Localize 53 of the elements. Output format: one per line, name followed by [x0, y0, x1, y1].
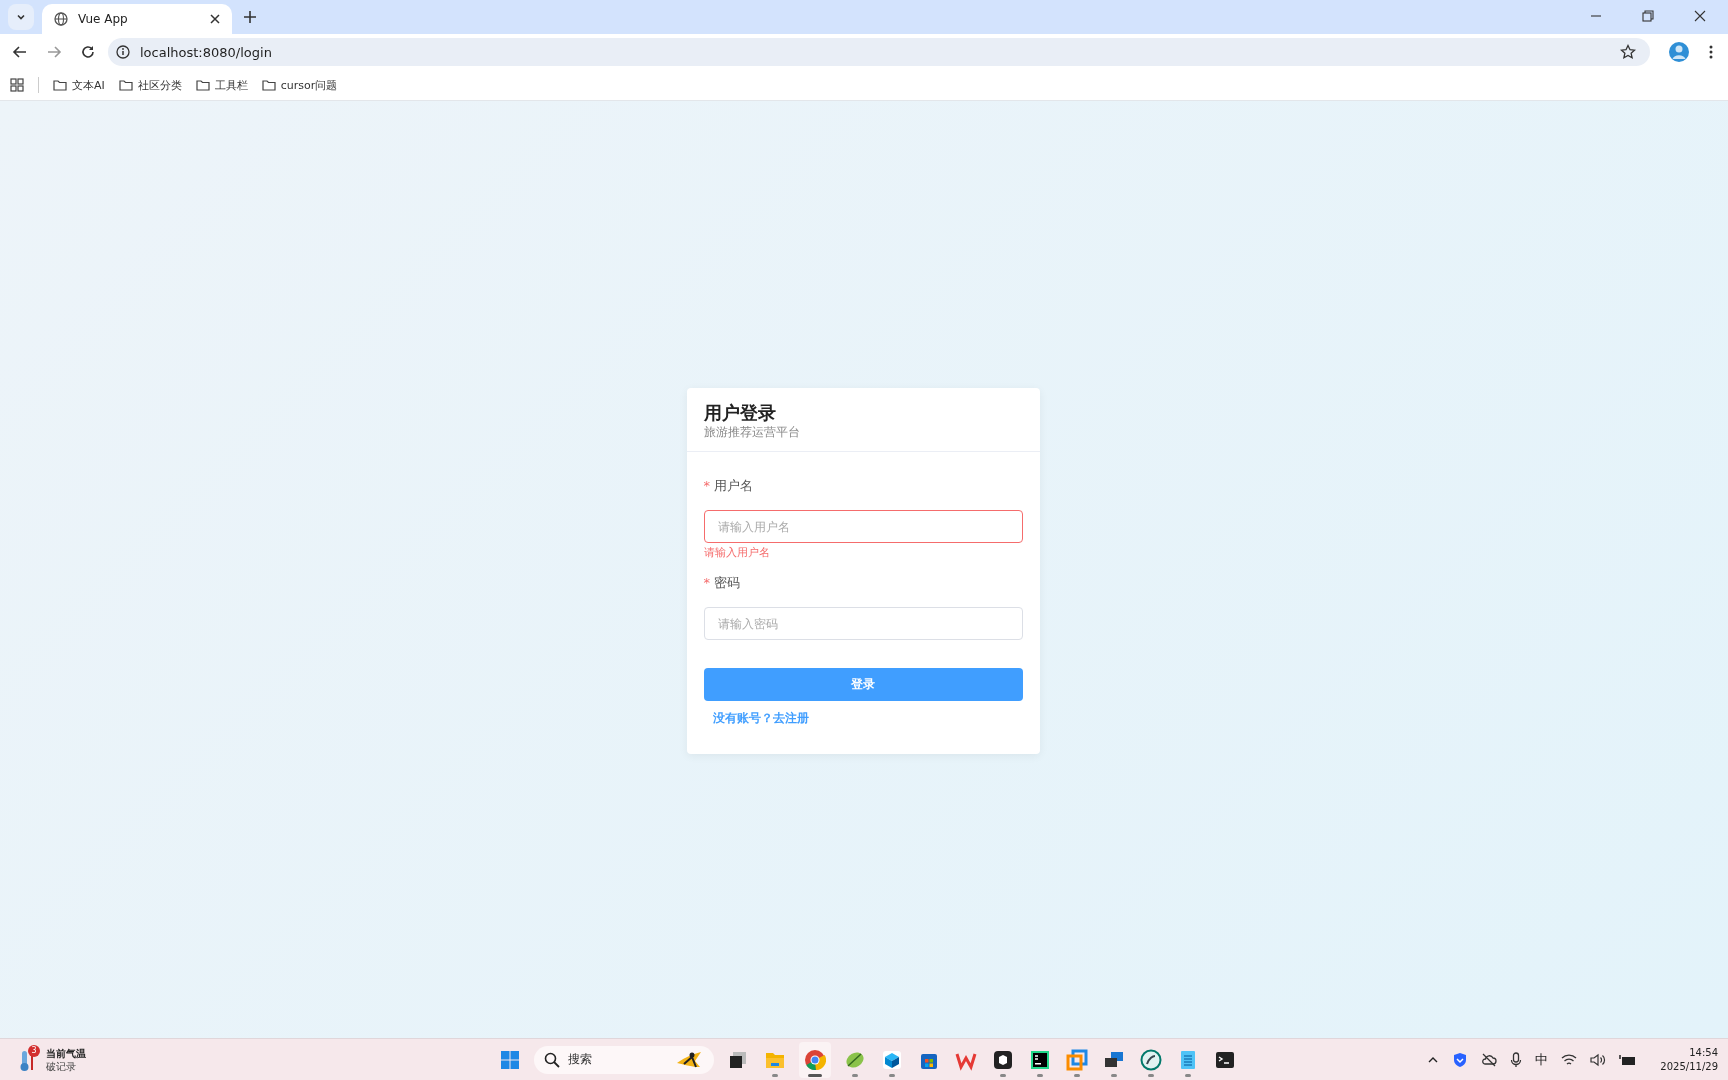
- login-title: 用户登录: [703, 402, 777, 424]
- weather-title: 当前气温: [46, 1046, 86, 1060]
- field-label: * 密码: [703, 574, 740, 592]
- search-icon: [543, 1051, 560, 1068]
- folder-icon: [53, 79, 67, 91]
- folder-icon: [118, 79, 133, 91]
- browser-icon: [803, 1048, 826, 1071]
- error-message: 请输入用户名: [703, 545, 770, 561]
- browser-tab[interactable]: Vue App: [42, 4, 232, 34]
- bookmark-folder[interactable]: 文本AI: [53, 77, 105, 93]
- folder-icon: [195, 79, 210, 91]
- close-icon[interactable]: [1694, 10, 1706, 22]
- more-menu-icon[interactable]: [1708, 44, 1714, 60]
- speaker-icon[interactable]: [1590, 1052, 1607, 1067]
- cube-icon: [880, 1048, 903, 1071]
- globe-icon: [54, 12, 68, 26]
- star-icon[interactable]: [1620, 44, 1636, 60]
- close-icon[interactable]: [210, 14, 220, 24]
- folder-icon: [261, 79, 276, 91]
- required-mark: *: [703, 478, 710, 493]
- code-editor-icon: [1028, 1048, 1051, 1071]
- forward-icon[interactable]: [46, 44, 62, 60]
- login-subtitle: 旅游推荐运营平台: [703, 424, 801, 440]
- input-method-indicator[interactable]: 中: [1535, 1050, 1549, 1069]
- taskbar-app[interactable]: [798, 1041, 831, 1078]
- reload-icon[interactable]: [80, 44, 96, 60]
- globe-icon: [1139, 1048, 1162, 1071]
- weather-widget[interactable]: 3 当前气温 破记录: [16, 1043, 116, 1076]
- weather-subtitle: 破记录: [46, 1059, 77, 1073]
- clock[interactable]: 14:54 2025/11/29: [1660, 1045, 1718, 1074]
- profile-avatar-icon[interactable]: [1668, 41, 1690, 63]
- microphone-icon[interactable]: [1510, 1051, 1523, 1068]
- field-label: * 用户名: [703, 477, 753, 495]
- shield-icon[interactable]: [1452, 1051, 1469, 1068]
- notification-badge: 3: [28, 1044, 40, 1057]
- info-icon: [116, 45, 130, 59]
- battery-icon[interactable]: [1619, 1053, 1638, 1066]
- required-mark: *: [703, 575, 710, 590]
- wifi-icon[interactable]: [1561, 1052, 1578, 1067]
- new-tab-icon[interactable]: [244, 11, 256, 23]
- taskbar-search-field[interactable]: 搜索: [533, 1045, 714, 1074]
- overlapping-squares-icon: [1065, 1048, 1088, 1071]
- address-bar[interactable]: localhost:8080/login: [108, 38, 1650, 66]
- restore-icon[interactable]: [1642, 10, 1654, 22]
- bookmark-folder[interactable]: cursor问题: [261, 77, 338, 93]
- cloud-off-icon[interactable]: [1481, 1051, 1498, 1068]
- input-field[interactable]: 请输入用户名: [703, 510, 1023, 543]
- bookmark-folder[interactable]: 工具栏: [195, 77, 248, 93]
- box-icon: [991, 1048, 1014, 1071]
- apps-grid-icon[interactable]: [10, 78, 24, 92]
- windows-logo-icon: [498, 1048, 521, 1071]
- bookmark-folder[interactable]: 社区分类: [118, 77, 182, 93]
- back-icon[interactable]: [12, 44, 28, 60]
